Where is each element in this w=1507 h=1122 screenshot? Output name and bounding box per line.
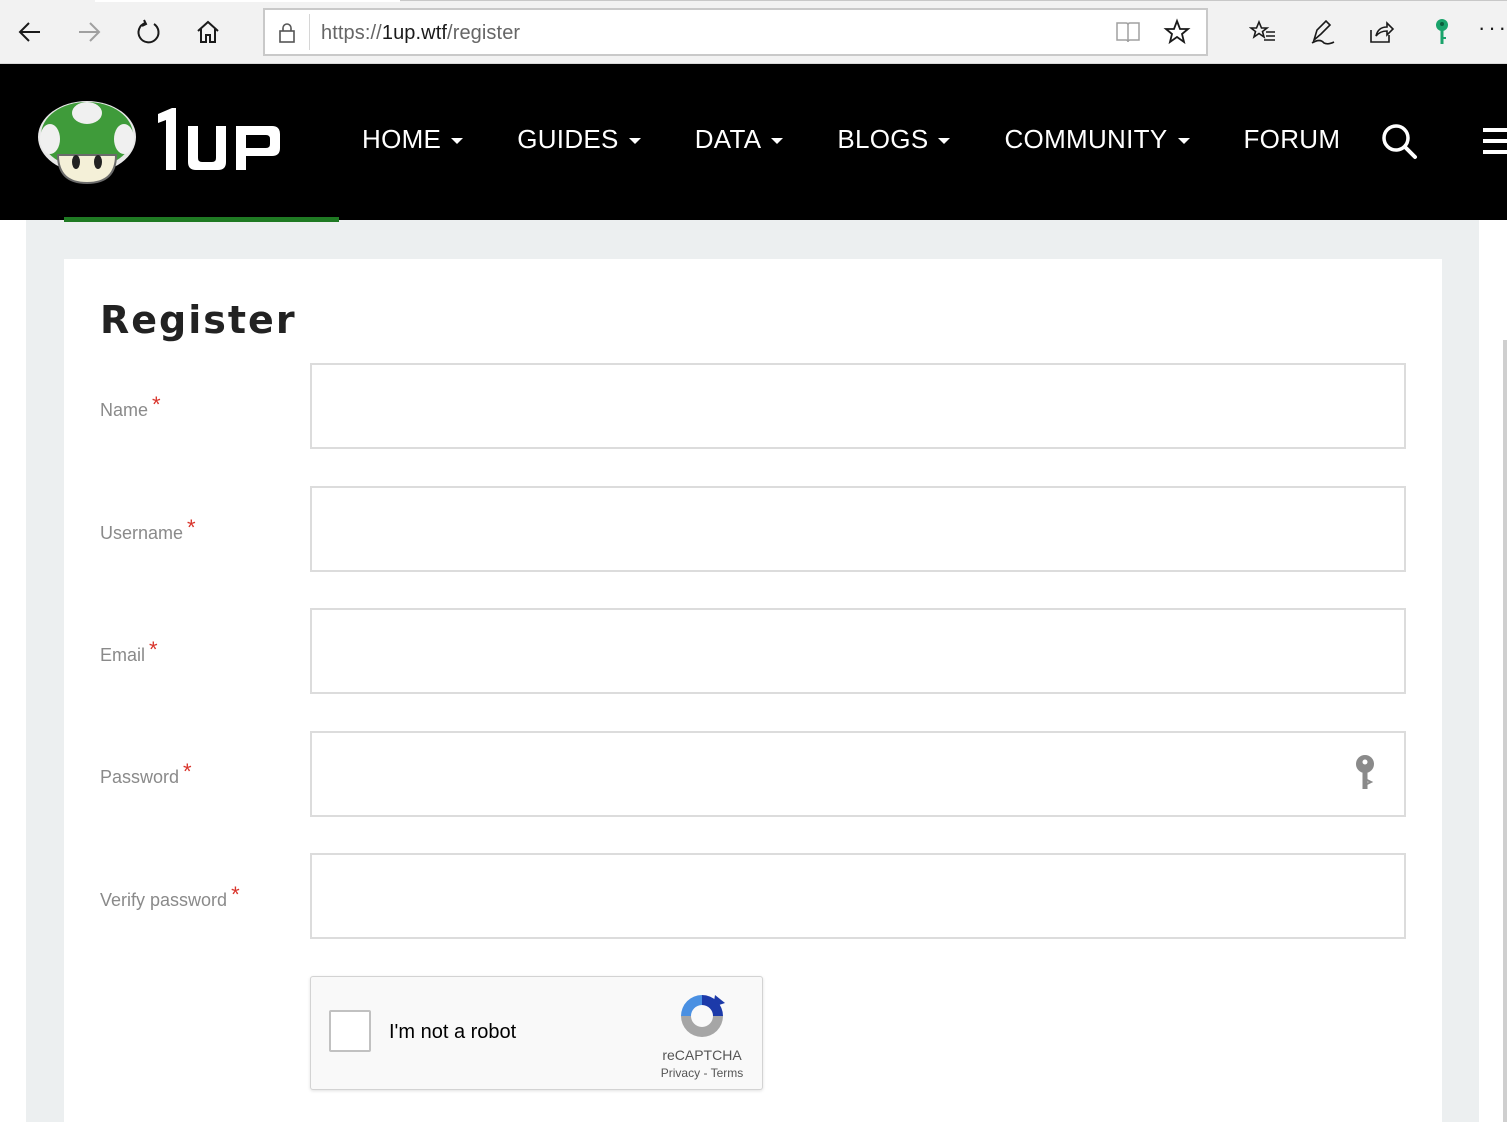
password-label: Password * — [100, 759, 192, 789]
back-arrow-icon — [18, 22, 40, 42]
nav-home[interactable]: HOME — [362, 124, 464, 155]
verify-password-label: Verify password * — [100, 882, 240, 912]
username-label-text: Username — [100, 523, 184, 543]
recaptcha-links-separator: - — [700, 1066, 711, 1080]
url-path: /register — [447, 22, 521, 44]
favorites-list-icon — [1249, 19, 1275, 41]
nav-community-label: COMMUNITY — [1004, 124, 1168, 154]
recaptcha-widget: I'm not a robot reCAPTCHA Privacy - Term… — [310, 976, 763, 1090]
caret-down-icon — [1177, 137, 1190, 144]
name-input[interactable] — [310, 363, 1406, 449]
required-marker: * — [231, 882, 240, 907]
caret-down-icon — [771, 137, 784, 144]
reading-view-icon[interactable] — [1115, 20, 1141, 44]
forward-arrow-icon — [79, 22, 101, 42]
more-label: ··· — [1478, 15, 1507, 40]
site-header: 1up HOME GUIDES DATA BLOGS COMMUNITY FOR… — [0, 64, 1507, 220]
nav-blogs-label: BLOGS — [837, 124, 929, 154]
password-manager-button[interactable] — [1424, 14, 1460, 50]
home-icon — [197, 20, 219, 43]
email-input[interactable] — [310, 608, 1406, 694]
search-icon[interactable] — [1380, 122, 1418, 160]
caret-down-icon — [628, 137, 641, 144]
recaptcha-terms-link[interactable]: Terms — [711, 1066, 744, 1080]
key-extension-icon — [1436, 19, 1448, 44]
url-scheme: https:// — [321, 22, 382, 44]
nav-home-label: HOME — [362, 124, 442, 154]
recaptcha-label: I'm not a robot — [389, 1021, 517, 1043]
required-marker: * — [183, 759, 192, 784]
forward-button[interactable] — [71, 14, 107, 50]
nav-data[interactable]: DATA — [695, 124, 784, 155]
url-host: 1up.wtf — [381, 22, 448, 44]
refresh-button[interactable] — [131, 14, 167, 50]
page-title: Register — [100, 298, 297, 342]
nav-guides-label: GUIDES — [517, 124, 619, 154]
password-input[interactable] — [310, 731, 1406, 817]
name-label-text: Name — [100, 400, 149, 420]
home-button[interactable] — [190, 14, 226, 50]
caret-down-icon — [451, 137, 464, 144]
site-logo-wordmark[interactable] — [154, 106, 284, 176]
address-separator — [309, 14, 310, 50]
required-marker: * — [149, 637, 158, 662]
lock-icon — [279, 23, 295, 43]
pen-icon — [1311, 19, 1335, 45]
active-nav-indicator — [64, 217, 339, 222]
active-tab-edge — [95, 0, 400, 2]
refresh-icon — [137, 19, 160, 44]
recaptcha-checkbox[interactable] — [329, 1010, 371, 1052]
email-label: Email * — [100, 637, 158, 667]
tab-strip-border — [400, 0, 1507, 1]
more-button[interactable]: ··· — [1478, 14, 1507, 50]
verify-password-label-text: Verify password — [100, 890, 228, 910]
username-label: Username * — [100, 515, 196, 545]
hamburger-menu-icon[interactable] — [1483, 126, 1507, 156]
nav-forum[interactable]: FORUM — [1244, 124, 1341, 155]
back-button[interactable] — [12, 14, 48, 50]
share-icon — [1370, 21, 1395, 43]
browser-toolbar: https://1up.wtf/register ··· — [0, 0, 1507, 64]
notes-button[interactable] — [1304, 14, 1340, 50]
username-input[interactable] — [310, 486, 1406, 572]
password-key-icon[interactable] — [1352, 754, 1378, 794]
recaptcha-logo-icon — [681, 995, 725, 1037]
nav-guides[interactable]: GUIDES — [517, 124, 641, 155]
recaptcha-privacy-link[interactable]: Privacy — [661, 1066, 700, 1080]
favorites-button[interactable] — [1245, 14, 1281, 50]
email-label-text: Email — [100, 645, 146, 665]
verify-password-input[interactable] — [310, 853, 1406, 939]
nav-community[interactable]: COMMUNITY — [1004, 124, 1190, 155]
recaptcha-brand: reCAPTCHA — [662, 1047, 742, 1063]
name-label: Name * — [100, 392, 161, 422]
password-label-text: Password — [100, 767, 180, 787]
nav-forum-label: FORUM — [1243, 124, 1341, 154]
nav-data-label: DATA — [694, 124, 762, 154]
address-url: https://1up.wtf/register — [321, 22, 520, 45]
favorite-star-icon[interactable] — [1163, 18, 1191, 46]
recaptcha-links: Privacy - Terms — [637, 1066, 767, 1080]
required-marker: * — [152, 392, 161, 417]
mushroom-logo-icon[interactable] — [36, 99, 138, 185]
required-marker: * — [187, 515, 196, 540]
main-navigation: HOME GUIDES DATA BLOGS COMMUNITY FORUM — [362, 124, 1394, 155]
address-bar[interactable]: https://1up.wtf/register — [263, 8, 1208, 56]
caret-down-icon — [938, 137, 951, 144]
nav-blogs[interactable]: BLOGS — [837, 124, 951, 155]
share-button[interactable] — [1363, 14, 1399, 50]
page-scrollbar[interactable] — [1503, 340, 1507, 1122]
